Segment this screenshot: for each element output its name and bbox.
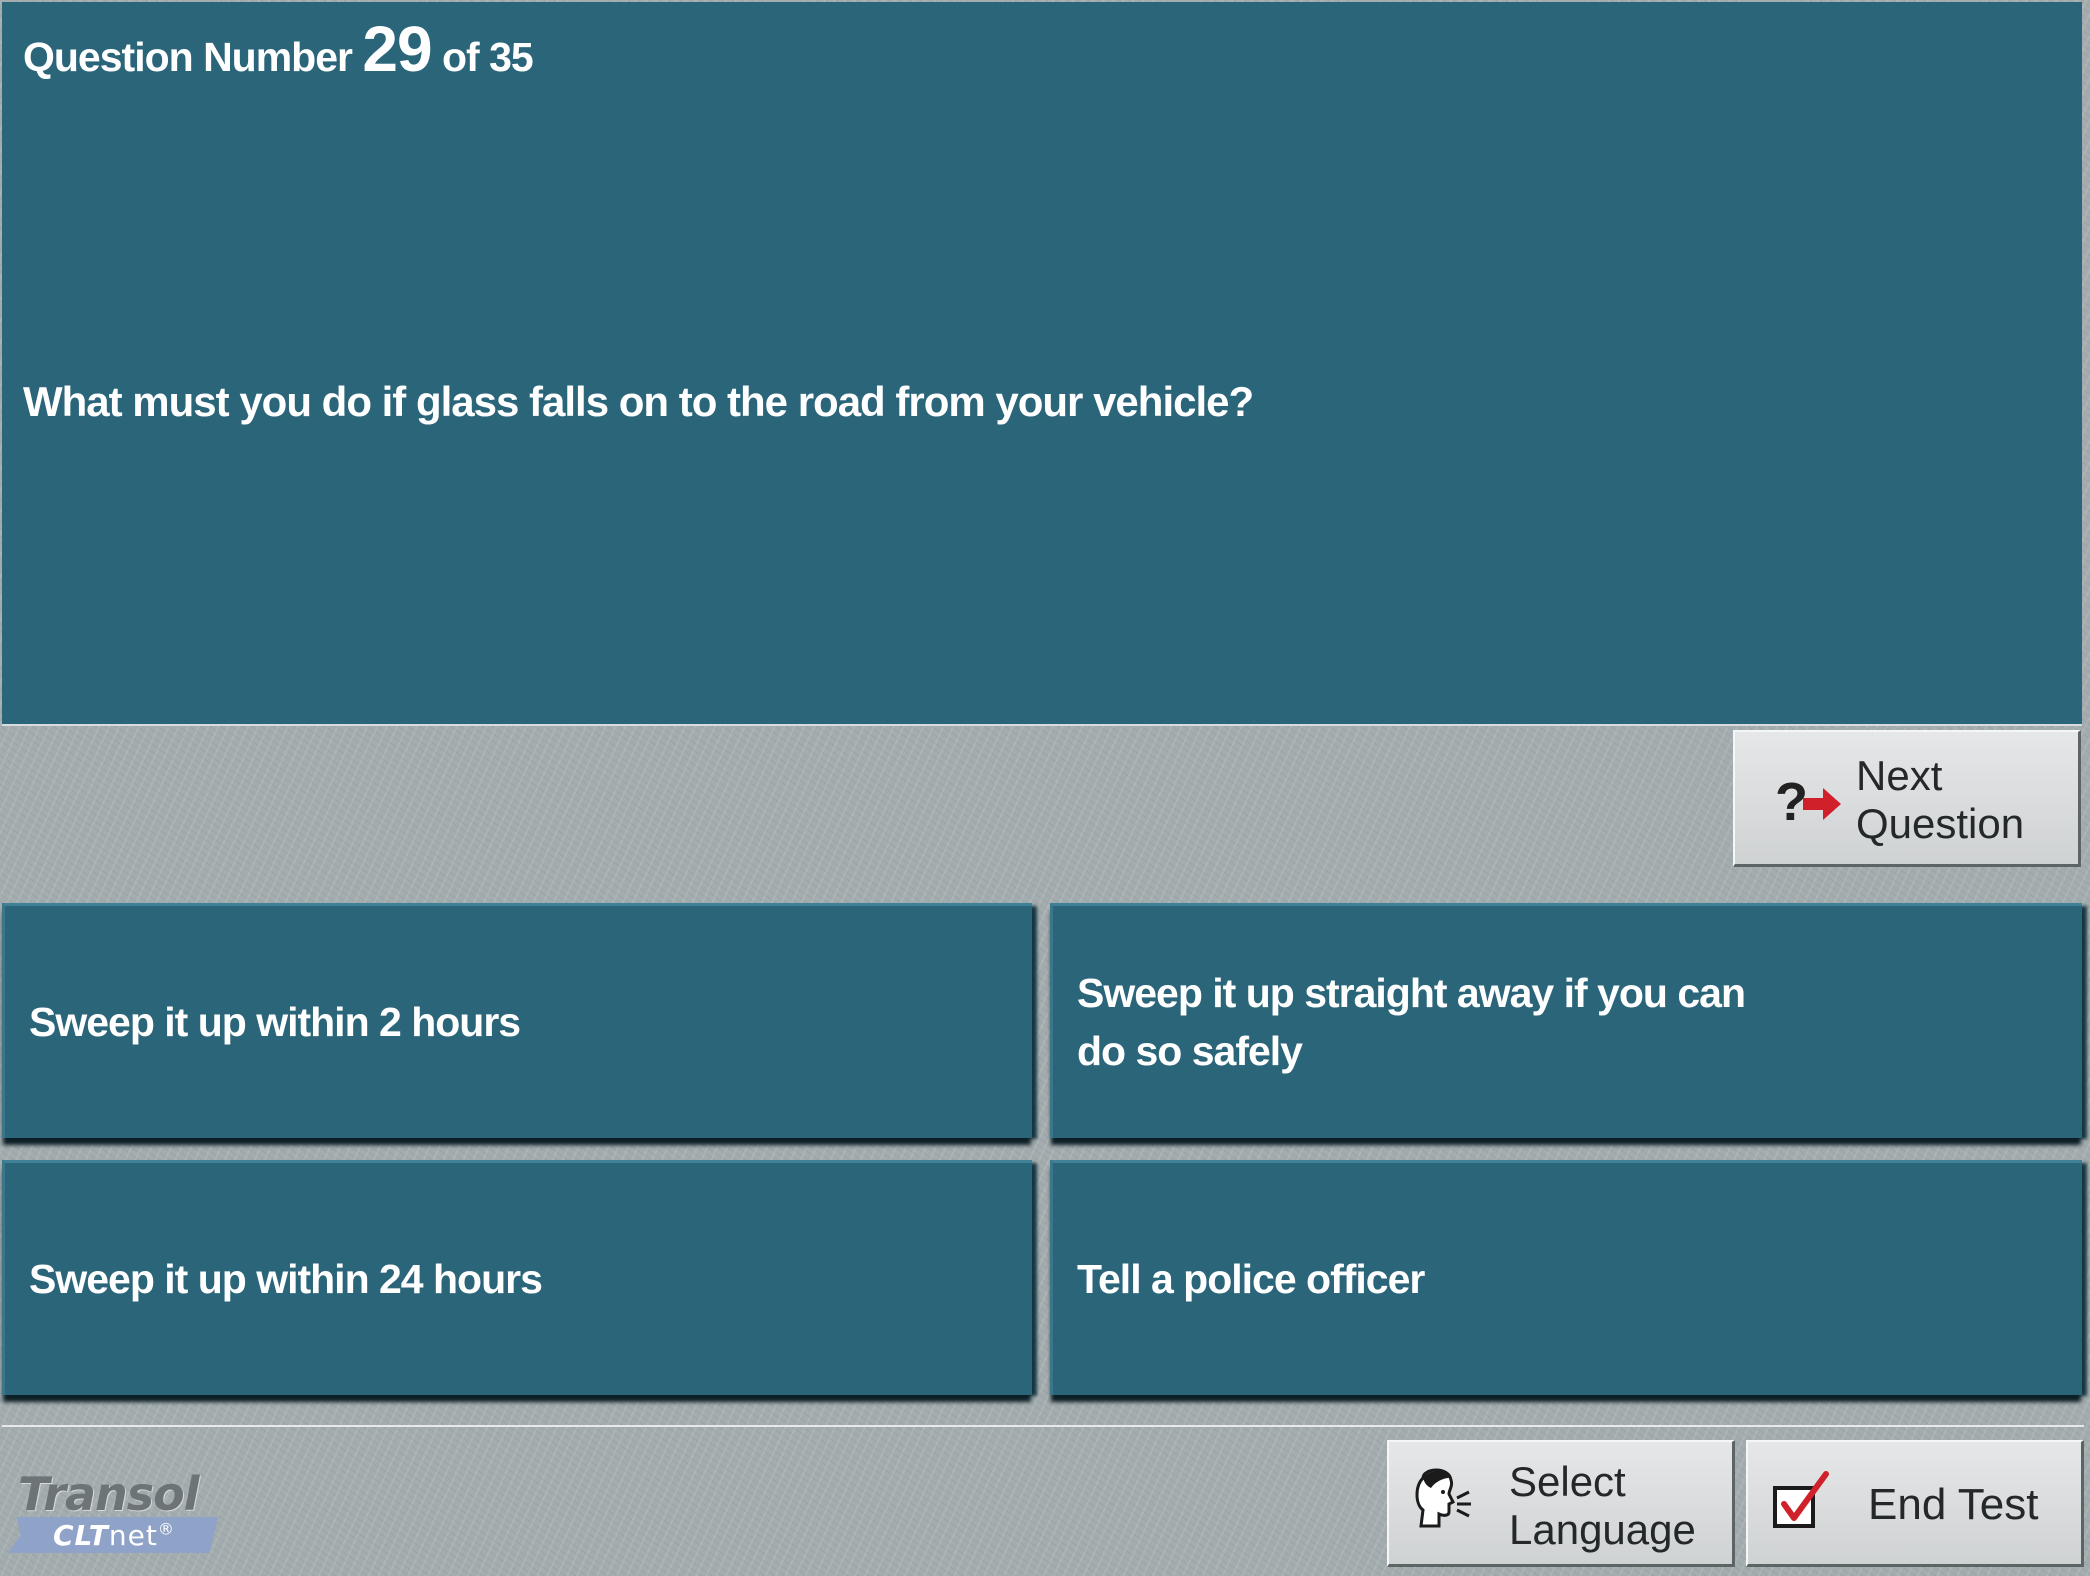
next-question-button[interactable]: ? Next Question xyxy=(1733,730,2081,867)
answer-option-b[interactable]: Sweep it up straight away if you can do … xyxy=(1050,903,2082,1138)
answer-option-a-label: Sweep it up within 2 hours xyxy=(29,999,521,1045)
logo-wordmark: Transol xyxy=(18,1467,200,1521)
answer-option-c-label: Sweep it up within 24 hours xyxy=(29,1256,543,1302)
question-arrow-icon: ? xyxy=(1775,772,1841,832)
answer-option-a[interactable]: Sweep it up within 2 hours xyxy=(2,903,1032,1138)
answer-option-c[interactable]: Sweep it up within 24 hours xyxy=(2,1160,1032,1395)
logo-subtitle-light: net xyxy=(108,1519,158,1552)
question-number: 29 xyxy=(362,13,432,85)
answer-option-d-label: Tell a police officer xyxy=(1077,1256,1425,1302)
end-test-label: End Test xyxy=(1868,1480,2039,1529)
question-panel: Question Number 29 of 35 What must you d… xyxy=(2,2,2082,726)
question-text: What must you do if glass falls on to th… xyxy=(23,378,1254,425)
answer-option-b-label: Sweep it up straight away if you can do … xyxy=(1077,970,1746,1074)
logo-subtitle-bold: CLT xyxy=(53,1519,109,1552)
transol-cltnet-logo: Transol CLTnet® xyxy=(8,1467,228,1557)
question-counter-prefix: Question Number xyxy=(23,34,353,80)
logo-subtitle: CLTnet® xyxy=(53,1519,175,1552)
answer-option-d[interactable]: Tell a police officer xyxy=(1050,1160,2082,1395)
question-counter: Question Number 29 of 35 xyxy=(23,12,534,86)
question-counter-suffix: of 35 xyxy=(441,34,534,80)
end-test-button[interactable]: End Test xyxy=(1746,1440,2084,1567)
next-question-label: Next Question xyxy=(1856,752,2025,847)
speaking-head-icon xyxy=(1415,1468,1471,1528)
select-language-label: Select Language xyxy=(1509,1458,1696,1553)
logo-registered-mark: ® xyxy=(157,1519,175,1539)
checkbox-tick-icon xyxy=(1773,1471,1829,1528)
select-language-button[interactable]: Select Language xyxy=(1387,1440,1735,1567)
test-screen: Question Number 29 of 35 What must you d… xyxy=(0,0,2090,1576)
